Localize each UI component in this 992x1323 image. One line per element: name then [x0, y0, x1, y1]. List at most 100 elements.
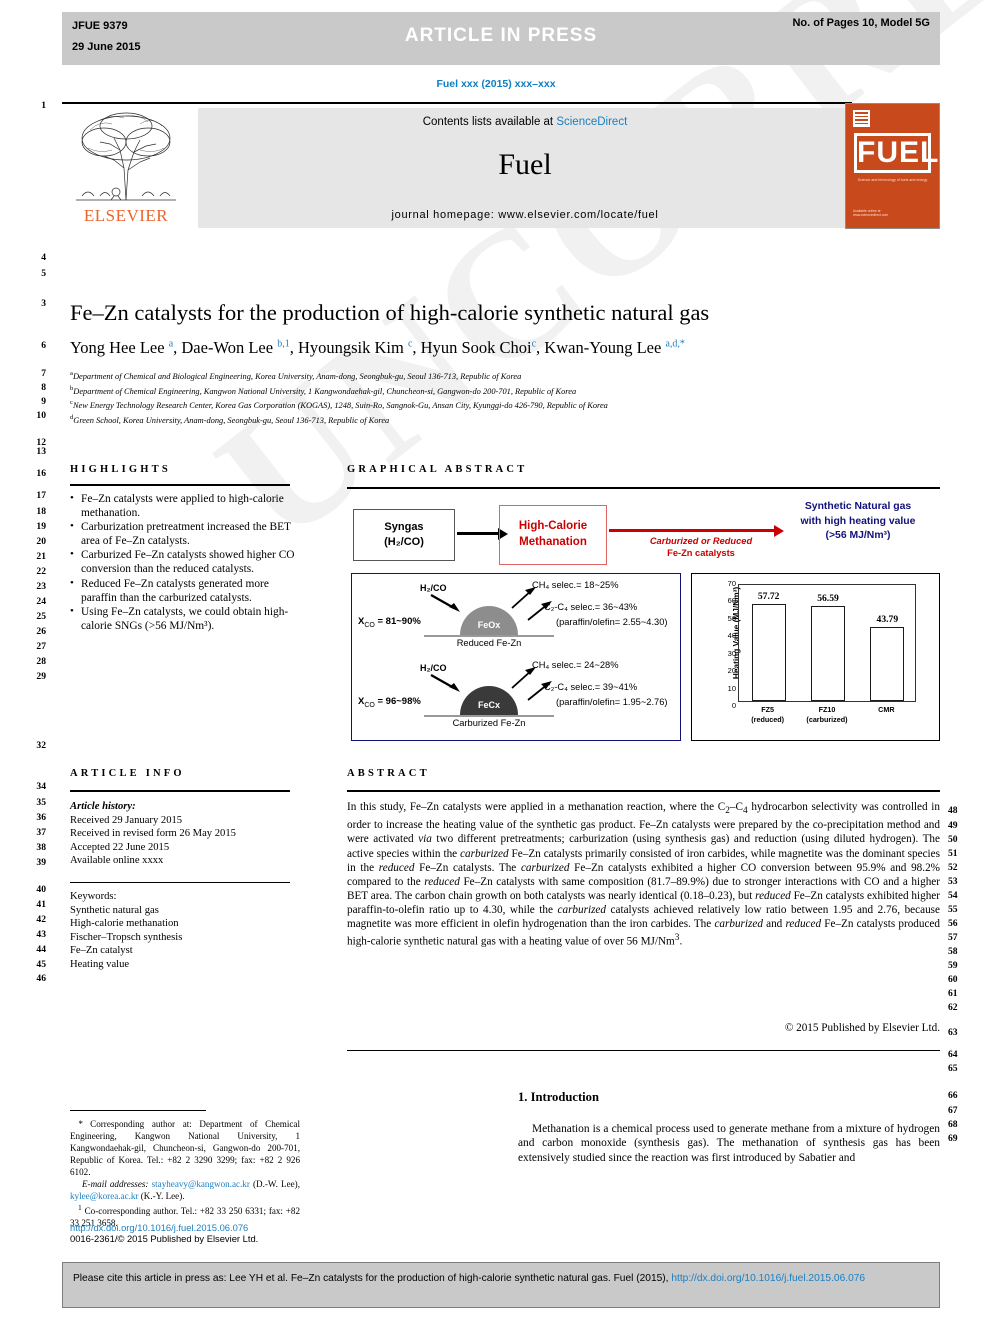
line-number: 64 [948, 1049, 958, 1060]
chart-x-category: CMR [878, 705, 895, 714]
chart-x-category: FZ10 [818, 705, 836, 714]
line-number: 43 [36, 929, 46, 940]
elsevier-logo: ELSEVIER [66, 108, 186, 228]
ga-xco-reduced-value: = 81~90% [377, 616, 421, 627]
author-list: Yong Hee Lee a, Dae-Won Lee b,1, Hyoungs… [70, 338, 685, 357]
keywords-label: Keywords: [70, 891, 117, 902]
line-number: 6 [41, 340, 46, 351]
line-number: 21 [36, 551, 46, 562]
line-number: 66 [948, 1090, 958, 1101]
heating-value-bar-chart: Heating Value (MJ/Nm³) 70 60 50 40 30 20 10 0 5… [691, 573, 940, 741]
article-info-rule [70, 790, 290, 792]
ga-syngas-line1: Syngas [384, 521, 424, 533]
footnote-rule [70, 1110, 206, 1111]
highlight-item: Reduced Fe–Zn catalysts generated more p… [70, 576, 298, 605]
ga-methanation-line1: High-Calorie [518, 520, 588, 532]
line-number: 28 [36, 656, 46, 667]
cover-subtitle: Science and technology of fuels and ener… [857, 178, 928, 182]
abstract-body: In this study, Fe–Zn catalysts were appl… [347, 800, 940, 949]
highlight-item: Carburization pretreatment increased the… [70, 519, 298, 548]
line-number: 3 [41, 298, 46, 309]
chart-y-tick: 50 [727, 613, 736, 623]
elsevier-wordmark: ELSEVIER [83, 206, 169, 225]
chart-x-subcategory: (carburized) [806, 715, 848, 724]
highlights-heading: HIGHLIGHTS [70, 464, 171, 475]
chart-x-tick-label: FZ10 (carburized) [796, 705, 858, 725]
ga-arrow-label-line1: Carburized or Reduced [649, 536, 753, 546]
line-number: 34 [36, 781, 46, 792]
chart-y-axis-ticks: 70 60 50 40 30 20 10 0 [710, 578, 736, 710]
chart-bar [870, 627, 905, 701]
line-number: 22 [36, 566, 46, 577]
line-number: 57 [948, 932, 958, 943]
ga-baseline-label-reduced: Reduced Fe-Zn [456, 638, 522, 648]
article-history-block: Article history: Received 29 January 201… [70, 800, 300, 868]
highlight-item: Fe–Zn catalysts were applied to high-cal… [70, 491, 298, 520]
keyword-item: Heating value [70, 958, 130, 970]
journal-cover-thumbnail: FUEL Science and technology of fuels and… [845, 103, 940, 229]
line-number: 7 [41, 368, 46, 379]
line-number: 29 [36, 671, 46, 682]
introduction-body: Methanation is a chemical process used t… [518, 1122, 940, 1165]
line-number: 63 [948, 1027, 958, 1038]
line-number: 69 [948, 1133, 958, 1144]
keyword-item: Synthetic natural gas [70, 904, 159, 916]
ga-methanation-line2: Methanation [519, 536, 587, 548]
keyword-item: Fischer–Tropsch synthesis [70, 931, 183, 943]
line-number: 39 [36, 857, 46, 868]
graphical-abstract-heading: GRAPHICAL ABSTRACT [347, 464, 528, 475]
line-number: 49 [948, 820, 958, 831]
cover-footer-text: Available online at www.sciencedirect.com [853, 208, 889, 218]
keyword-item: Fe–Zn catalyst [70, 945, 133, 957]
article-in-press-banner: JFUE 9379 29 June 2015 ARTICLE IN PRESS … [62, 12, 940, 65]
ga-particle-fecx: FeCx [460, 686, 518, 715]
cite-doi-link[interactable]: http://dx.doi.org/10.1016/j.fuel.2015.06… [671, 1273, 865, 1284]
ga-feed-reduced: H₂/CO [420, 583, 447, 593]
sciencedirect-link[interactable]: ScienceDirect [556, 116, 627, 128]
cover-mini-logo-icon [853, 110, 870, 127]
line-number: 10 [36, 410, 46, 421]
ga-arrow-red-icon [609, 525, 784, 536]
introduction-heading: 1. Introduction [518, 1090, 599, 1104]
chart-bar-value: 56.59 [817, 592, 839, 604]
line-number: 41 [36, 899, 46, 910]
ga-product-line2: with high heating value [800, 515, 916, 527]
affiliation-item: cNew Energy Technology Research Center, … [70, 399, 608, 410]
chart-y-tick: 40 [727, 631, 736, 641]
line-number: 61 [948, 988, 958, 999]
ga-catalyst-block-reduced: XCO = 81~90% H₂/CO FeOx Reduced Fe-Zn CH… [352, 578, 682, 660]
introduction-paragraph: Methanation is a chemical process used t… [518, 1123, 940, 1164]
footnote-block: * Corresponding author at: Department of… [70, 1118, 300, 1229]
journal-homepage-line[interactable]: journal homepage: www.elsevier.com/locat… [198, 209, 852, 221]
line-number: 8 [41, 382, 46, 393]
ga-xco-carburized-value: = 96~98% [377, 696, 421, 707]
article-history-label: Article history: [70, 801, 136, 812]
affiliation-item: bDepartment of Chemical Engineering, Kan… [70, 384, 577, 396]
doi-link[interactable]: http://dx.doi.org/10.1016/j.fuel.2015.06… [70, 1222, 330, 1233]
keywords-block: Keywords: Synthetic natural gas High-calo… [70, 890, 300, 972]
line-number: 51 [948, 848, 958, 859]
line-number: 16 [36, 468, 46, 479]
article-history-item: Available online xxxx [70, 855, 164, 867]
abstract-rule [347, 790, 940, 792]
ga-feed-carburized: H₂/CO [420, 663, 447, 673]
highlight-item: Carburized Fe–Zn catalysts showed higher… [70, 547, 298, 576]
ga-xco-carburized: XCO = 96~98% [358, 696, 421, 709]
chart-plot-area: 57.72 56.59 43.79 [738, 584, 916, 702]
ga-c2c4-selectivity-carburized: C₂-C₄ selec.= 39~41% [544, 682, 638, 692]
line-number: 20 [36, 536, 46, 547]
journal-header-block: ELSEVIER Contents lists available at Sci… [62, 102, 940, 230]
line-number: 50 [948, 834, 958, 845]
issn-copyright-line: 0016-2361/© 2015 Published by Elsevier L… [70, 1233, 259, 1244]
cover-fuel-wordmark: FUEL [854, 133, 938, 173]
ga-flow-diagram: Syngas (H₂/CO) High-Calorie Methanation … [347, 497, 940, 565]
article-history-items: Received 29 January 2015 Received in revi… [70, 814, 300, 868]
ga-paraffin-olefin-carburized: (paraffin/olefin= 1.95~2.76) [556, 697, 668, 707]
graphical-abstract-figure: Syngas (H₂/CO) High-Calorie Methanation … [347, 497, 940, 747]
chart-bar-value: 43.79 [876, 614, 899, 626]
line-number: 37 [36, 827, 46, 838]
chart-bar [751, 603, 786, 701]
line-number: 27 [36, 641, 46, 652]
abstract-paragraph: In this study, Fe–Zn catalysts were appl… [347, 801, 940, 948]
header-top-rule [62, 102, 852, 104]
